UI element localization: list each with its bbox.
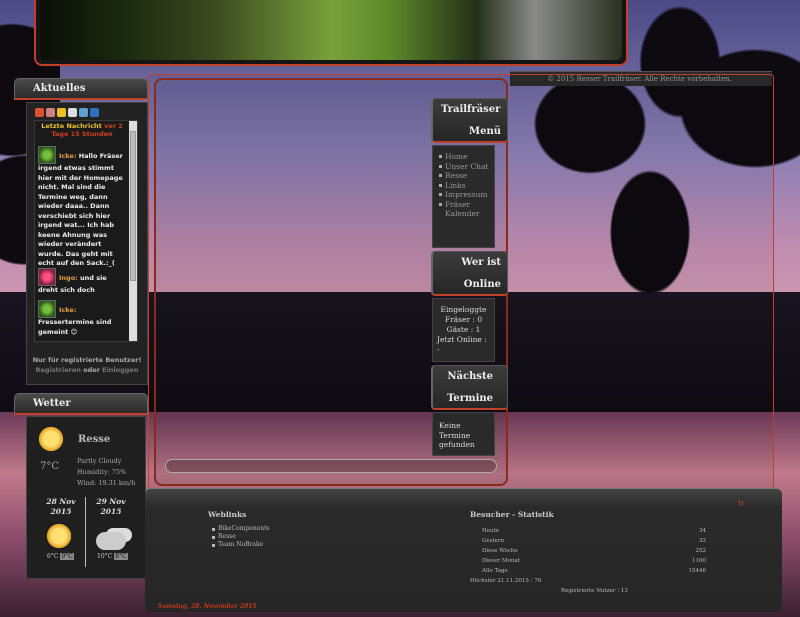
stats-label: Heute — [482, 528, 500, 534]
menu-item-home[interactable]: Home — [439, 152, 494, 162]
weblink-item[interactable]: Team NoBrake — [212, 541, 270, 549]
forecast-high: 8°C — [114, 553, 128, 560]
online-guests: Gäste : 1 — [446, 325, 481, 334]
stats-row: Gestern 32 — [482, 538, 706, 544]
latest-label: Letzte Nachricht — [41, 122, 102, 130]
weblink-item[interactable]: BikeComponents — [212, 525, 270, 533]
menu-item-resse[interactable]: Resse — [439, 171, 494, 181]
back-to-top-icon[interactable]: ⇈ — [738, 499, 744, 508]
forecast-divider — [85, 497, 86, 567]
rain-cloud-icon — [96, 532, 126, 550]
sun-icon — [38, 426, 64, 452]
register-link[interactable]: Registrieren — [36, 366, 81, 374]
termine-panel: Keine Termine gefunden — [432, 412, 495, 456]
menu-title-line2: Menü — [469, 126, 501, 137]
forecast-day-1: 28 Nov 2015 — [46, 497, 76, 516]
login-link[interactable]: Einloggen — [102, 366, 138, 374]
stats-title: Besucher - Statistik — [470, 510, 554, 519]
forecast-low: 10°C — [97, 553, 113, 560]
stats-value: 1160 — [692, 558, 706, 564]
stats-label: Dieser Monat — [482, 558, 520, 564]
menu-list: Home Unser Chat Resse Links Impressum Fr… — [433, 146, 494, 219]
chat-scrollbar[interactable] — [129, 121, 137, 341]
online-members: Eingeloggte Fräser : 0 — [440, 305, 487, 324]
globe-icon[interactable] — [90, 108, 99, 117]
refresh-icon[interactable] — [79, 108, 88, 117]
forecast-high: 9°C — [60, 553, 74, 560]
online-title: Wer ist Online — [431, 251, 508, 296]
chat-message: Icke: Hallo Fräser irgend etwas stimmt h… — [38, 146, 128, 269]
stats-value: 32 — [699, 538, 706, 544]
online-now-value: - — [437, 345, 440, 354]
stats-row: Dieser Monat 1160 — [482, 558, 706, 564]
weblinks-list: BikeComponents Resse Team NoBrake — [212, 525, 270, 549]
emoji-icon[interactable] — [35, 108, 44, 117]
stats-label: Gestern — [482, 538, 505, 544]
weather-temp: 7°C — [40, 461, 60, 472]
avatar — [38, 268, 56, 286]
weather-humidity: Humidity: 75% — [77, 468, 127, 476]
or-text: oder — [83, 366, 100, 374]
termine-title-line1: Nächste — [447, 371, 493, 382]
stats-label: Diese Woche — [482, 548, 518, 554]
menu-title: Trailfräser Menü — [431, 98, 508, 143]
menu-item-chat[interactable]: Unser Chat — [439, 162, 494, 172]
forecast-low: 6°C — [47, 553, 59, 560]
stats-row: Heute 34 — [482, 528, 706, 534]
emoji-icon[interactable] — [46, 108, 55, 117]
partly-cloudy-icon — [46, 523, 72, 549]
stats-label: Alle Tage — [482, 568, 508, 574]
reg-note-text: Nur für registrierte Benutzer! — [32, 356, 142, 364]
header-banner — [34, 0, 628, 66]
weblinks-title: Weblinks — [208, 510, 247, 519]
online-title-line1: Wer ist — [461, 257, 501, 268]
chat-text: Hallo Fräser irgend etwas stimmt hier mi… — [38, 152, 123, 267]
emoji-toolbar — [35, 108, 99, 120]
online-title-line2: Online — [463, 279, 501, 290]
scrollbar-thumb[interactable] — [130, 131, 136, 281]
forecast-day-2: 29 Nov 2015 — [96, 497, 126, 516]
online-panel: Eingeloggte Fräser : 0 Gäste : 1 Jetzt O… — [432, 298, 495, 362]
stats-registered: Registrierte Nutzer : 13 — [561, 588, 628, 594]
weather-city: Resse — [78, 434, 111, 445]
stats-value: 252 — [695, 548, 707, 554]
online-now-label: Jetzt Online : — [437, 335, 487, 344]
chat-message: Icke: Fressertermine sind gemeint 😊 — [38, 300, 128, 337]
chat-message: Ingo: und sie dreht sich doch — [38, 268, 128, 296]
footer-date: Samstag, 28. November 2015 — [158, 603, 257, 610]
avatar — [38, 300, 56, 318]
termine-title-line2: Termine — [447, 393, 493, 404]
stats-row: Diese Woche 252 — [482, 548, 706, 554]
menu-item-kalender[interactable]: Fräser Kalender — [439, 200, 494, 219]
stats-highest: Höchster 21.11.2015 : 76 — [470, 578, 542, 584]
emoji-icon[interactable] — [57, 108, 66, 117]
weather-details: Partly Cloudy Humidity: 75% Wind: 19.31 … — [77, 456, 135, 489]
stats-value: 15446 — [688, 568, 707, 574]
menu-panel: Home Unser Chat Resse Links Impressum Fr… — [432, 145, 495, 248]
chat-user[interactable]: Icke: — [59, 306, 76, 314]
weather-wind: Wind: 19.31 km/h — [77, 479, 136, 487]
header-photo — [40, 0, 622, 60]
weblink-item[interactable]: Resse — [212, 533, 270, 541]
menu-title-line1: Trailfräser — [441, 104, 501, 115]
forecast-range-1: 6°C 9°C — [47, 553, 74, 560]
weather-condition: Partly Cloudy — [77, 457, 122, 465]
wetter-title: Wetter — [14, 393, 148, 415]
main-input-field[interactable] — [165, 459, 497, 473]
menu-item-impressum[interactable]: Impressum — [439, 190, 494, 200]
forecast-range-2: 10°C 8°C — [97, 553, 128, 560]
aktuelles-title: Aktuelles — [14, 78, 148, 100]
stats-value: 34 — [699, 528, 706, 534]
chat-user[interactable]: Ingo: — [59, 274, 78, 282]
latest-message-info: Letzte Nachricht vor 2 Tage 15 Stunden — [36, 122, 128, 138]
stats-row: Alle Tage 15446 — [482, 568, 706, 574]
registration-note: Nur für registrierte Benutzer! Registrie… — [32, 355, 142, 375]
chat-user[interactable]: Icke: — [59, 152, 76, 160]
termine-text: Keine Termine gefunden — [439, 421, 475, 449]
menu-item-links[interactable]: Links — [439, 181, 494, 191]
avatar — [38, 146, 56, 164]
termine-title: Nächste Termine — [431, 365, 508, 410]
emoji-icon[interactable] — [68, 108, 77, 117]
chat-text: Fressertermine sind gemeint 😊 — [38, 318, 112, 336]
